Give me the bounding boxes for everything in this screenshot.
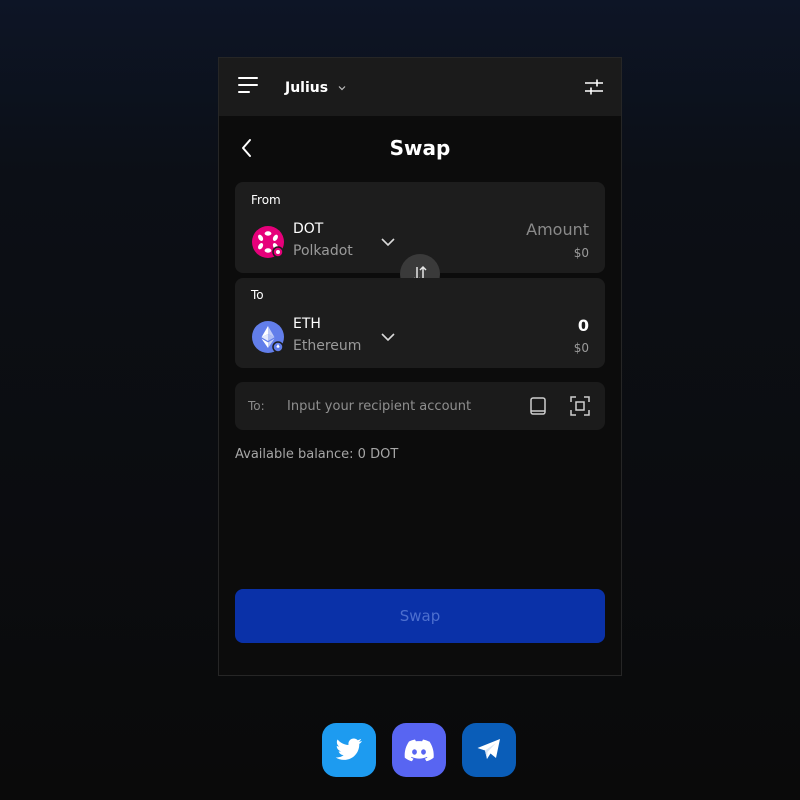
available-balance: Available balance: 0 DOT: [235, 447, 399, 462]
to-usd-value: $0: [573, 341, 589, 355]
to-label: To: [251, 288, 264, 302]
from-token-symbol: DOT: [293, 221, 324, 237]
twitter-link[interactable]: [322, 723, 376, 777]
telegram-icon: [477, 739, 500, 759]
recipient-label: To:: [248, 399, 265, 413]
discord-icon: [404, 739, 434, 762]
account-name: Julius: [285, 80, 329, 96]
to-token-symbol: ETH: [293, 316, 321, 332]
from-token-name: Polkadot: [293, 243, 353, 259]
to-card: To ETH Ethereum 0 $0: [235, 278, 605, 368]
wallet-panel: Julius Swap From DOT Polkadot Amount $0 …: [218, 57, 622, 676]
account-selector[interactable]: Julius: [285, 78, 346, 98]
twitter-icon: [335, 738, 362, 760]
polkadot-icon[interactable]: [252, 226, 284, 258]
recipient-input[interactable]: [287, 395, 517, 417]
from-label: From: [251, 193, 281, 207]
page-title: Swap: [389, 136, 451, 160]
telegram-link[interactable]: [462, 723, 516, 777]
menu-icon[interactable]: [238, 77, 258, 95]
swap-button[interactable]: Swap: [235, 589, 605, 643]
discord-link[interactable]: [392, 723, 446, 777]
chevron-down-icon[interactable]: [381, 237, 395, 247]
to-amount-value: 0: [577, 316, 589, 335]
from-amount-input[interactable]: [429, 220, 589, 239]
settings-sliders-icon[interactable]: [583, 76, 605, 98]
chevron-down-icon[interactable]: [381, 332, 395, 342]
ethereum-icon[interactable]: [252, 321, 284, 353]
chevron-down-icon: [338, 86, 346, 91]
scan-qr-icon[interactable]: [570, 396, 590, 416]
to-token-name: Ethereum: [293, 338, 362, 354]
recipient-field: To:: [235, 382, 605, 430]
address-book-icon[interactable]: [529, 396, 547, 416]
from-usd-value: $0: [573, 246, 589, 260]
top-bar: Julius: [219, 58, 621, 116]
